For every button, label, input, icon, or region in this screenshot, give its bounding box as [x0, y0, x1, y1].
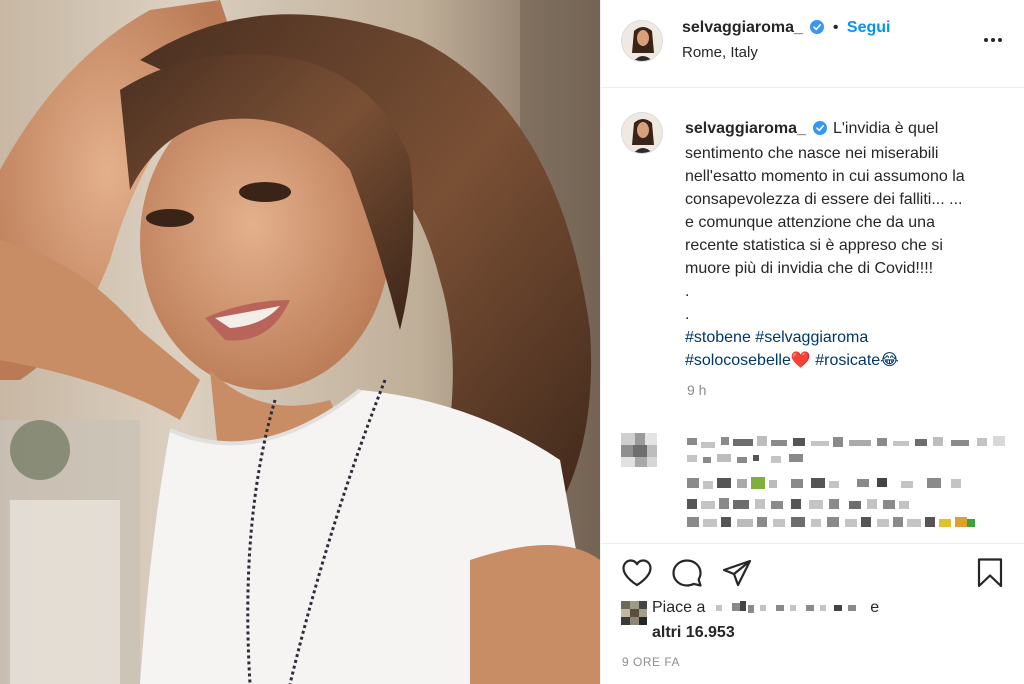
author-username[interactable]: selvaggiaroma_ — [682, 19, 803, 36]
caption-hashtags: #solocosebelle❤️ #rosicate😂 — [685, 349, 1011, 372]
comments-area: selvaggiaroma_ L'invidia è quel sentiment… — [601, 88, 1024, 543]
caption-verified-badge-icon — [812, 119, 827, 142]
pixelated-comments — [621, 433, 1005, 527]
caption-text-line: e comunque attenzione che da una — [685, 214, 935, 231]
post-photo-illustration — [0, 0, 600, 684]
post-actions: Piace a e altri 16.953 9 ORE FA — [601, 543, 1024, 684]
likes-prefix: Piace a — [652, 599, 706, 616]
hashtag-link[interactable]: #solocosebelle❤️ — [685, 352, 811, 369]
likes-count[interactable]: altri 16.953 — [652, 624, 735, 642]
follow-button[interactable]: Segui — [847, 19, 891, 36]
post-caption: selvaggiaroma_ L'invidia è quel sentiment… — [685, 117, 1011, 372]
hashtag-link[interactable]: #rosicate😂 — [815, 352, 899, 369]
save-bookmark-icon[interactable] — [976, 557, 1004, 594]
caption-text-line: recente statistica si è appreso che si — [685, 237, 943, 254]
likes-summary: Piace a e — [652, 599, 879, 617]
caption-avatar-image — [622, 113, 662, 153]
caption-text-line: consapevolezza di essere dei falliti... … — [685, 191, 963, 208]
like-heart-icon[interactable] — [621, 558, 653, 593]
hashtag-link[interactable]: #selvaggiaroma — [755, 329, 868, 346]
verified-badge-icon — [810, 20, 825, 39]
caption-line-1: selvaggiaroma_ L'invidia è quel — [685, 117, 1011, 142]
share-paper-plane-icon[interactable] — [721, 558, 753, 593]
hashtag-link[interactable]: #stobene — [685, 329, 751, 346]
post-details-panel: selvaggiaroma_ • Segui Rome, Italy selva… — [600, 0, 1024, 684]
post-location[interactable]: Rome, Italy — [682, 44, 758, 61]
caption-username[interactable]: selvaggiaroma_ — [685, 120, 806, 137]
author-avatar[interactable] — [621, 20, 663, 62]
caption-text-line: muore più di invidia che di Covid!!!! — [685, 260, 934, 277]
caption-timestamp[interactable]: 9 h — [687, 382, 706, 398]
author-line: selvaggiaroma_ • Segui — [682, 19, 890, 39]
header-separator: • — [832, 19, 839, 36]
comment-bubble-icon[interactable] — [671, 558, 703, 593]
post-timestamp[interactable]: 9 ORE FA — [622, 655, 680, 669]
caption-author-avatar[interactable] — [621, 112, 663, 154]
avatar-image — [622, 21, 662, 61]
more-options-icon[interactable] — [983, 30, 1003, 55]
caption-text-line: nell'esatto momento in cui assumono la — [685, 168, 965, 185]
caption-text-line: . — [685, 283, 690, 300]
caption-hashtags: #stobene #selvaggiaroma — [685, 326, 1011, 349]
pixelated-liker-username[interactable] — [714, 599, 862, 613]
liker-avatar[interactable] — [621, 601, 647, 630]
post-header: selvaggiaroma_ • Segui Rome, Italy — [601, 0, 1024, 88]
caption-text-line: sentimento che nasce nei miserabili — [685, 145, 939, 162]
likes-suffix: e — [870, 599, 880, 616]
caption-text-line: . — [685, 306, 690, 323]
caption-text-line: L'invidia è quel — [832, 120, 939, 137]
post-photo[interactable] — [0, 0, 600, 684]
